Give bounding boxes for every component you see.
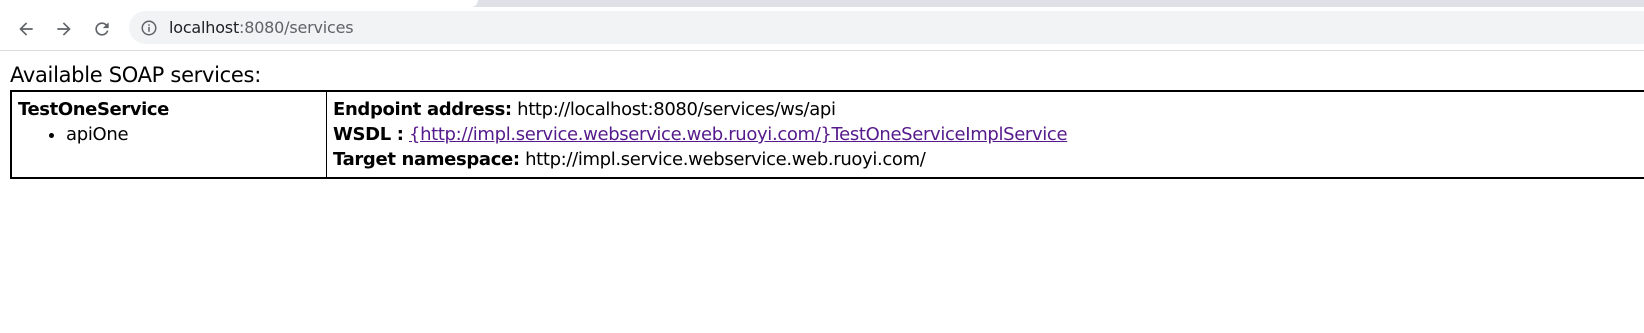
address-bar[interactable]: localhost:8080/services: [129, 11, 1644, 44]
forward-button[interactable]: [48, 13, 80, 45]
url-host: localhost: [169, 18, 240, 37]
url-text[interactable]: localhost:8080/services: [169, 18, 354, 38]
wsdl-label: WSDL :: [333, 124, 404, 145]
back-button[interactable]: [10, 13, 42, 45]
arrow-right-icon: [57, 22, 71, 36]
service-details-cell: Endpoint address: http://localhost:8080/…: [333, 97, 1068, 172]
column-divider: [326, 92, 327, 177]
reload-icon: [95, 22, 109, 36]
url-path: :8080/services: [239, 18, 354, 37]
info-icon[interactable]: [140, 19, 158, 37]
namespace-label: Target namespace:: [333, 149, 520, 170]
page-title: Available SOAP services:: [10, 63, 261, 87]
active-tab[interactable]: [0, 0, 478, 7]
endpoint-row: Endpoint address: http://localhost:8080/…: [333, 97, 1067, 122]
service-cell: TestOneService apiOne: [18, 97, 318, 147]
operation-item: apiOne: [66, 122, 318, 147]
endpoint-label: Endpoint address:: [333, 99, 512, 120]
services-table: TestOneService apiOne Endpoint address: …: [10, 90, 1644, 179]
operations-list: apiOne: [18, 122, 318, 147]
wsdl-link[interactable]: {http://impl.service.webservice.web.ruoy…: [409, 124, 1068, 145]
namespace-row: Target namespace: http://impl.service.we…: [333, 147, 1067, 172]
reload-button[interactable]: [86, 13, 118, 45]
endpoint-value: http://localhost:8080/services/ws/api: [517, 99, 836, 120]
page-content: Available SOAP services: TestOneService …: [0, 52, 1644, 333]
wsdl-row: WSDL : {http://impl.service.webservice.w…: [333, 122, 1068, 147]
service-name: TestOneService: [18, 99, 169, 120]
arrow-left-icon: [19, 22, 33, 36]
namespace-value: http://impl.service.webservice.web.ruoyi…: [525, 149, 926, 170]
tab-strip: [0, 0, 1644, 7]
browser-toolbar: localhost:8080/services: [0, 7, 1644, 51]
